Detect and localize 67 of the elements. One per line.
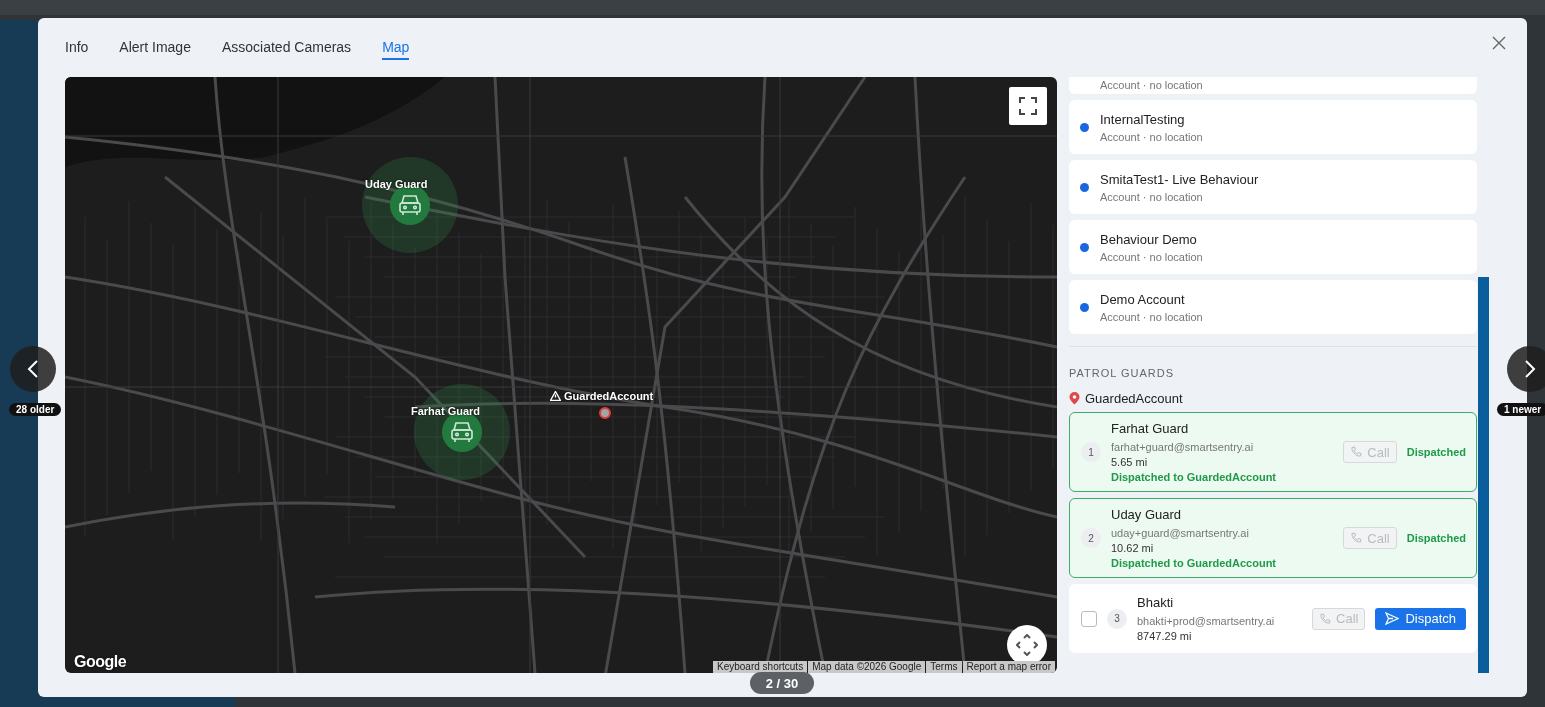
account-card[interactable]: Account · no location <box>1069 77 1477 94</box>
close-icon <box>1492 36 1506 50</box>
dispatch-note: Dispatched to GuardedAccount <box>1111 471 1278 483</box>
send-icon <box>1385 612 1400 625</box>
account-name: Demo Account <box>1100 291 1186 307</box>
warning-icon <box>550 391 561 401</box>
marker-label: Uday Guard <box>365 178 428 190</box>
tab[interactable]: Map <box>382 35 410 60</box>
site-pin-icon[interactable] <box>599 407 611 419</box>
account-subtitle: Account · no location <box>1100 310 1203 323</box>
guard-name: Farhat Guard <box>1111 421 1190 436</box>
phone-icon <box>1350 446 1363 458</box>
marker-label: Farhat Guard <box>411 405 481 417</box>
guard-distance: 8747.29 mi <box>1137 630 1193 642</box>
phone-icon <box>1350 532 1363 544</box>
guard-distance: 5.65 mi <box>1111 456 1149 468</box>
map-logo: Google <box>74 653 127 671</box>
dispatch-status: Dispatched <box>1406 532 1466 544</box>
car-icon <box>397 193 423 217</box>
account-card[interactable]: Behaviour Demo Account · no location <box>1069 220 1477 274</box>
guard-name: Uday Guard <box>1111 507 1183 522</box>
rank-number: 3 <box>1107 608 1127 629</box>
newer-count-label: 1 newer <box>1497 403 1545 416</box>
phone-icon <box>1319 612 1331 625</box>
guard-checkbox[interactable] <box>1081 610 1097 627</box>
attribution-link[interactable]: Report a map error <box>962 661 1055 673</box>
older-count-label: 28 older <box>9 403 62 416</box>
guard-name: Bhakti <box>1137 595 1175 610</box>
account-name: InternalTesting <box>1100 111 1186 127</box>
account-name: Behaviour Demo <box>1100 231 1198 247</box>
attribution-link[interactable]: Keyboard shortcuts <box>713 661 808 673</box>
site-name: GuardedAccount <box>1085 391 1183 406</box>
section-heading: PATROL GUARDS <box>1069 367 1176 379</box>
account-card[interactable]: InternalTesting Account · no location <box>1069 100 1477 154</box>
chevron-right-icon <box>1524 359 1536 379</box>
guard-email: farhat+guard@smartsentry.ai <box>1111 441 1255 453</box>
fullscreen-icon <box>1019 97 1037 115</box>
fullscreen-button[interactable] <box>1009 87 1047 125</box>
rank-number: 2 <box>1081 528 1101 548</box>
account-subtitle: Account · no location <box>1100 130 1203 143</box>
page-counter: 2 / 30 <box>750 672 814 694</box>
map[interactable]: Uday Guard Farhat Guard GuardedAccount Google Keyboard shortcuts Map data ©2026 Google Terms Report a map error <box>65 77 1057 673</box>
guard-email: bhakti+prod@smartsentry.ai <box>1137 615 1276 627</box>
location-pin-icon <box>1069 392 1080 405</box>
dispatch-status: Dispatched <box>1406 446 1466 458</box>
tab[interactable]: Associated Cameras <box>221 35 352 60</box>
scrollbar-thumb[interactable] <box>1478 277 1489 673</box>
rank-number: 1 <box>1081 442 1101 462</box>
chevron-left-icon <box>27 359 39 379</box>
four-arrows-icon <box>1016 634 1038 656</box>
account-subtitle: Account · no location <box>1100 79 1203 91</box>
account-card[interactable]: Demo Account Account · no location <box>1069 280 1477 334</box>
attribution-link[interactable]: Map data ©2026 Google <box>808 661 926 673</box>
dispatch-button[interactable]: Dispatch <box>1375 607 1466 630</box>
account-subtitle: Account · no location <box>1100 190 1204 203</box>
account-name: SmitaTest1- Live Behaviour <box>1100 171 1259 187</box>
dispatch-note: Dispatched to GuardedAccount <box>1111 557 1278 569</box>
marker-label: GuardedAccount <box>564 390 654 402</box>
guard-distance: 10.62 mi <box>1111 542 1155 554</box>
tab[interactable]: Info <box>65 35 89 60</box>
tab[interactable]: Alert Image <box>119 35 191 60</box>
guard-email: uday+guard@smartsentry.ai <box>1111 527 1250 539</box>
attribution-link[interactable]: Terms <box>926 661 962 673</box>
car-icon <box>449 420 475 444</box>
account-subtitle: Account · no location <box>1100 250 1203 263</box>
close-button[interactable] <box>1491 36 1507 52</box>
account-card[interactable]: SmitaTest1- Live Behaviour Account · no location <box>1069 160 1477 214</box>
